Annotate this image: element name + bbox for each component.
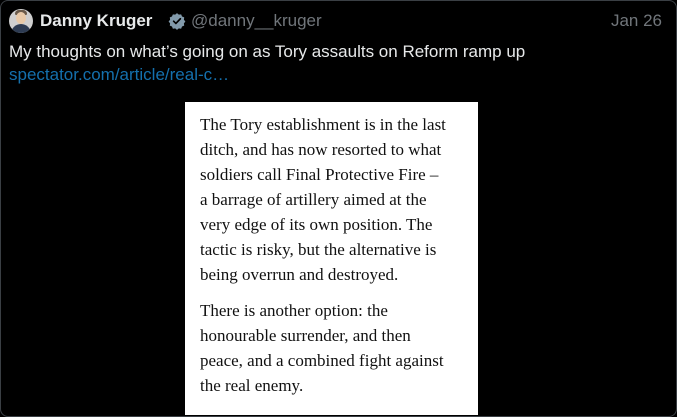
tweet-card[interactable]: Danny Kruger @danny__kruger Jan 26 My th… [0,0,677,417]
quote-line: honourable surrender, and then [200,326,411,345]
quote-line: being overrun and destroyed. [200,265,399,284]
quote-image[interactable]: The Tory establishment is in the last di… [185,102,478,415]
verified-badge-icon [168,13,186,30]
avatar-face [16,12,26,24]
quote-line: There is another option: the [200,301,388,320]
quote-line: tactic is risky, but the alternative is [200,240,437,259]
quote-line: the real enemy. [200,376,304,395]
author-handle[interactable]: @danny__kruger [191,10,322,32]
quote-line: The Tory establishment is in the last [200,115,446,134]
quote-line: soldiers call Final Protective Fire – [200,165,439,184]
tweet-header: Danny Kruger @danny__kruger Jan 26 [9,9,664,33]
quote-line: ditch, and has now resorted to what [200,140,442,159]
quote-line: a barrage of artillery aimed at the [200,190,427,209]
avatar-body [11,24,31,33]
avatar[interactable] [9,9,33,33]
author-name[interactable]: Danny Kruger [40,10,152,32]
quote-line: very edge of its own position. The [200,215,433,234]
tweet-date[interactable]: Jan 26 [611,10,662,32]
quote-text: The Tory establishment is in the last di… [200,112,470,398]
quote-line: peace, and a combined fight against [200,351,444,370]
article-link[interactable]: spectator.com/article/real-c… [9,64,229,86]
tweet-text: My thoughts on what’s going on as Tory a… [9,42,526,61]
